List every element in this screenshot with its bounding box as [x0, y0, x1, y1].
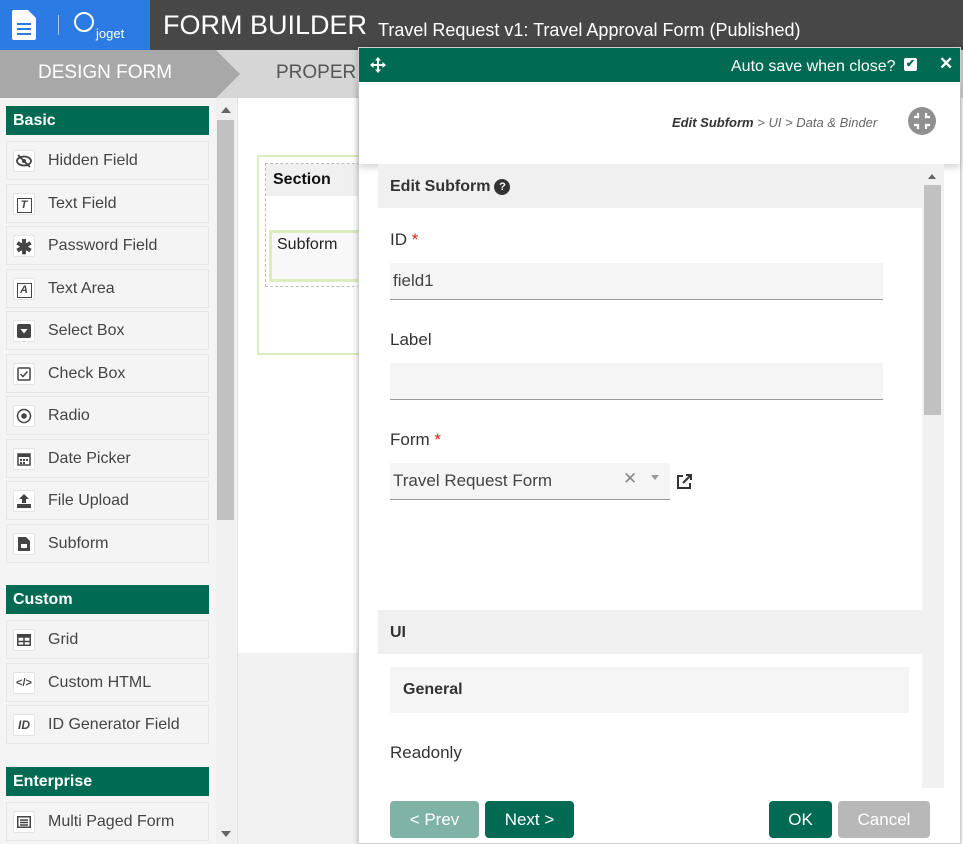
palette-item-label: Custom HTML: [48, 674, 152, 691]
text-field-icon: T: [13, 193, 35, 215]
palette-scrollbar-thumb[interactable]: [217, 120, 234, 520]
id-input[interactable]: field1: [390, 263, 883, 300]
section-label: Section: [266, 164, 364, 196]
category-enterprise: Enterprise: [6, 767, 209, 796]
subform-icon: [13, 533, 35, 555]
palette-item-label: ID Generator Field: [48, 716, 180, 733]
breadcrumb: Edit Subform > UI > Data & Binder: [672, 115, 878, 130]
breadcrumb-ui[interactable]: UI: [768, 115, 781, 130]
palette-item-text-field[interactable]: T Text Field: [6, 184, 209, 223]
label-input[interactable]: [390, 363, 883, 400]
next-button[interactable]: Next >: [485, 801, 574, 838]
dialog-title-bar[interactable]: Auto save when close? ✔ ✕: [359, 48, 960, 82]
properties-dialog: Auto save when close? ✔ ✕ Edit Subform >…: [358, 47, 961, 844]
palette-item-label: Text Field: [48, 195, 117, 212]
readonly-label: Readonly: [390, 743, 462, 762]
scroll-up-icon[interactable]: [928, 174, 936, 179]
tab-properties[interactable]: PROPER: [276, 62, 356, 84]
close-icon[interactable]: ✕: [939, 54, 953, 74]
dialog-content: Edit Subform? ID * field1 Label Form * T…: [378, 164, 944, 786]
ui-section-heading: UI: [390, 624, 406, 641]
prev-button[interactable]: < Prev: [390, 801, 479, 838]
general-section-heading: General: [403, 681, 463, 698]
upload-icon: [13, 490, 35, 512]
collapse-button[interactable]: [908, 107, 936, 135]
autosave-label: Auto save when close?: [731, 58, 896, 75]
palette-item-hidden-field[interactable]: Hidden Field: [6, 141, 209, 180]
palette-item-custom-html[interactable]: </> Custom HTML: [6, 663, 209, 702]
label-field-label: Label: [390, 330, 432, 349]
eye-slash-icon: [13, 150, 35, 172]
palette-item-label: Radio: [48, 407, 90, 424]
document-icon: [12, 10, 36, 40]
joget-logo-icon: [74, 12, 94, 32]
clear-icon[interactable]: ✕: [623, 469, 637, 489]
palette-item-label: Select Box: [48, 322, 125, 339]
palette-item-multi-paged-form[interactable]: Multi Paged Form: [6, 802, 209, 841]
cancel-button[interactable]: Cancel: [838, 801, 930, 838]
external-link-icon[interactable]: [675, 473, 693, 491]
palette-item-label: Check Box: [48, 365, 126, 382]
form-subtitle: Travel Request v1: Travel Approval Form …: [378, 20, 801, 40]
asterisk-icon: ✱: [13, 235, 35, 259]
logo-text: joget: [96, 26, 125, 41]
category-basic: Basic: [6, 106, 209, 135]
palette-item-radio[interactable]: Radio: [6, 396, 209, 435]
calendar-icon: [13, 448, 35, 470]
multi-page-icon: [13, 811, 35, 833]
id-field-label: ID *: [390, 230, 419, 249]
palette-item-label: Text Area: [48, 280, 115, 297]
text-area-icon: A: [13, 278, 35, 300]
scroll-up-icon[interactable]: [221, 107, 231, 113]
checkbox-icon: [13, 363, 35, 385]
logo-area[interactable]: joget: [0, 0, 150, 50]
scroll-down-icon[interactable]: [221, 831, 231, 837]
autosave-checkbox[interactable]: ✔: [904, 58, 917, 71]
select-box-icon: [13, 320, 35, 342]
app-title: FORM BUILDER: [163, 10, 368, 40]
subform-element-label: Subform: [277, 236, 338, 253]
chevron-down-icon[interactable]: [651, 475, 659, 480]
palette-item-label: Subform: [48, 535, 109, 552]
breadcrumb-current: Edit Subform: [672, 115, 754, 130]
palette-item-label: Grid: [48, 631, 79, 648]
app-header: joget FORM BUILDER Travel Request v1: Tr…: [0, 0, 963, 50]
move-icon[interactable]: [370, 57, 386, 73]
palette-item-text-area[interactable]: A Text Area: [6, 269, 209, 308]
grid-icon: [13, 629, 35, 651]
form-field-label: Form *: [390, 430, 442, 449]
code-icon: </>: [13, 672, 35, 694]
tab-design-form[interactable]: DESIGN FORM: [0, 50, 240, 98]
help-icon[interactable]: ?: [494, 179, 511, 195]
edit-subform-heading: Edit Subform?: [390, 178, 511, 196]
palette-item-file-upload[interactable]: File Upload: [6, 481, 209, 520]
element-palette: Basic Hidden Field T Text Field ✱ Passwo…: [0, 98, 238, 844]
palette-item-label: Date Picker: [48, 450, 131, 467]
breadcrumb-data-binder[interactable]: Data & Binder: [796, 115, 877, 130]
palette-item-date-picker[interactable]: Date Picker: [6, 439, 209, 478]
dialog-scrollbar-thumb[interactable]: [924, 185, 941, 415]
compress-icon: [914, 113, 930, 129]
dialog-footer: < Prev Next > OK Cancel: [359, 788, 960, 843]
palette-item-subform[interactable]: Subform: [6, 524, 209, 563]
palette-item-check-box[interactable]: Check Box: [6, 354, 209, 393]
palette-item-id-generator[interactable]: ID ID Generator Field: [6, 705, 209, 744]
palette-item-label: Multi Paged Form: [48, 813, 175, 830]
ok-button[interactable]: OK: [769, 801, 832, 838]
palette-item-label: Hidden Field: [48, 152, 138, 169]
palette-item-label: File Upload: [48, 492, 129, 509]
palette-item-grid[interactable]: Grid: [6, 620, 209, 659]
palette-item-label: Password Field: [48, 237, 158, 254]
palette-item-password-field[interactable]: ✱ Password Field: [6, 226, 209, 265]
category-custom: Custom: [6, 585, 209, 614]
radio-icon: [13, 405, 35, 427]
palette-item-select-box[interactable]: Select Box: [6, 311, 209, 350]
id-icon: ID: [13, 714, 35, 736]
